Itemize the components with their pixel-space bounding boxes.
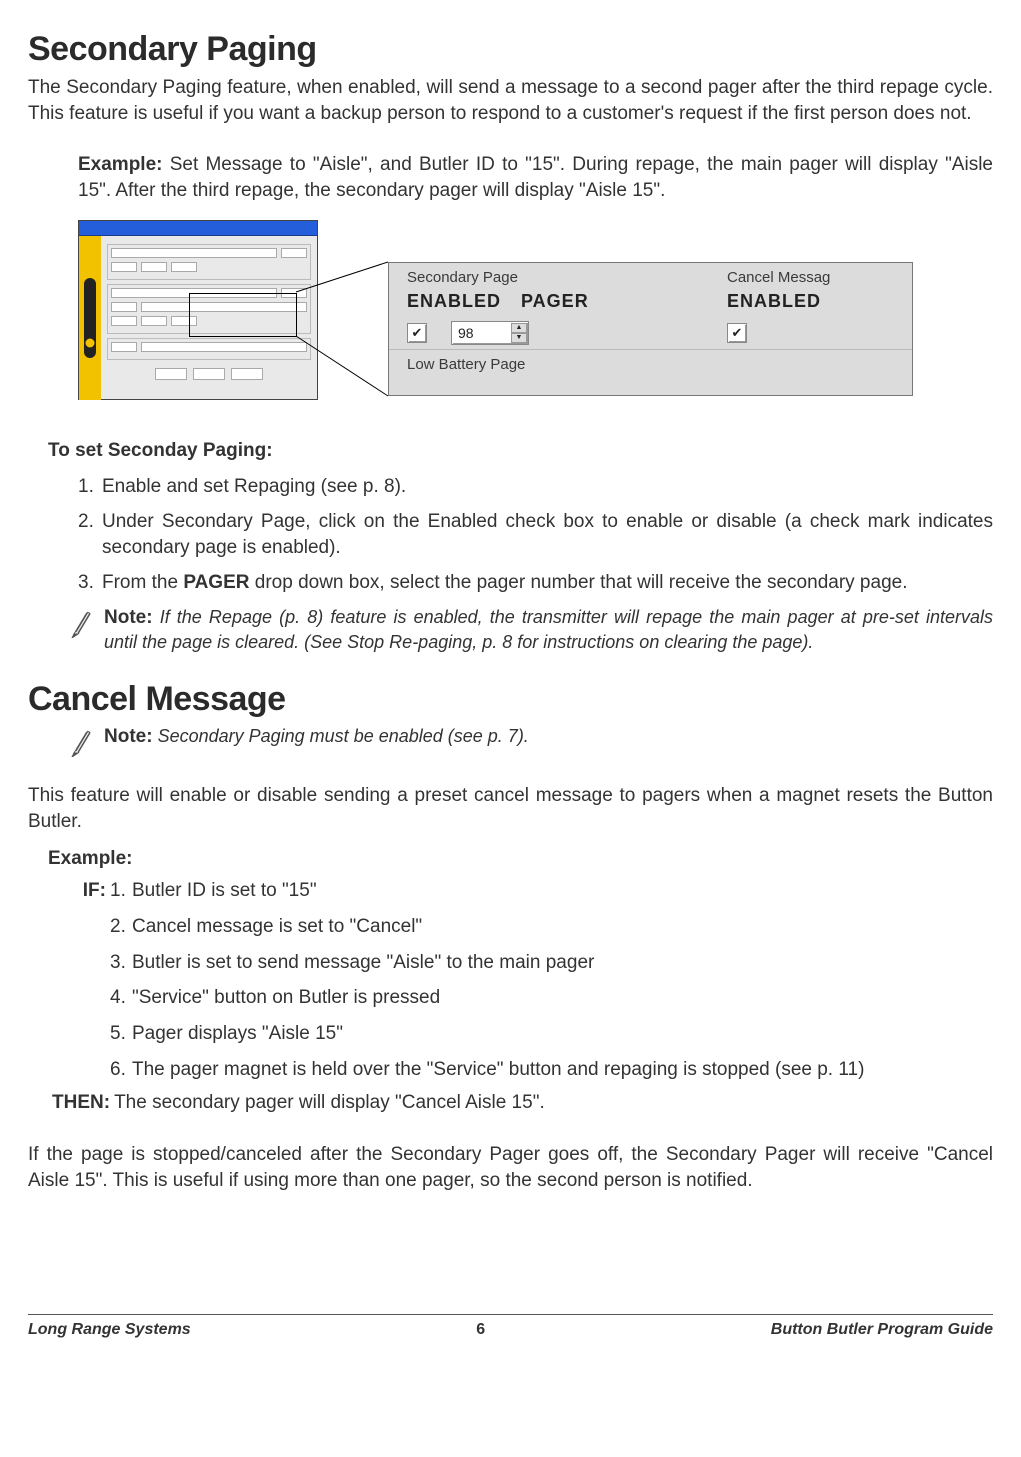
app-window-thumbnail (78, 220, 318, 400)
then-row: THEN: The secondary pager will display "… (52, 1092, 993, 1114)
if-item: Butler is set to send message "Aisle" to… (132, 950, 993, 976)
pencil-icon (68, 606, 96, 642)
pager-number-value: 98 (458, 325, 474, 341)
if-item: Butler ID is set to "15" (132, 878, 993, 904)
cancel-message-enabled-checkbox[interactable]: ✔ (727, 323, 747, 343)
if-item: The pager magnet is held over the "Servi… (132, 1057, 993, 1083)
low-battery-group-label: Low Battery Page (407, 356, 525, 373)
enabled-header: ENABLED (407, 291, 501, 312)
page-footer: Long Range Systems 6 Button Butler Progr… (28, 1314, 993, 1339)
note-label: Note: (104, 607, 153, 628)
cancel-enabled-header: ENABLED (727, 291, 821, 312)
if-number: 2. (110, 914, 132, 940)
note-label: Note: (104, 726, 153, 747)
example-label: Example: (78, 154, 162, 175)
if-item: Cancel message is set to "Cancel" (132, 914, 993, 940)
footer-right: Button Butler Program Guide (771, 1321, 993, 1339)
cancel-intro-paragraph: This feature will enable or disable send… (28, 783, 993, 834)
step-number: 1. (78, 474, 102, 500)
check-icon: ✔ (732, 326, 743, 339)
secondary-paging-heading: Secondary Paging (28, 30, 993, 69)
then-label: THEN: (52, 1092, 114, 1114)
then-text: The secondary pager will display "Cancel… (114, 1092, 545, 1114)
example2-label: Example: (48, 848, 993, 870)
if-number: 5. (110, 1021, 132, 1047)
closing-paragraph: If the page is stopped/canceled after th… (28, 1142, 993, 1193)
if-label: IF: (66, 878, 110, 904)
footer-left: Long Range Systems (28, 1321, 191, 1339)
if-list: IF:1.Butler ID is set to "15" 2.Cancel m… (66, 878, 993, 1082)
cancel-message-heading: Cancel Message (28, 680, 993, 719)
example-text: Set Message to "Aisle", and Butler ID to… (78, 154, 993, 201)
pager-bold: PAGER (183, 572, 249, 593)
steps-list: 1.Enable and set Repaging (see p. 8). 2.… (78, 474, 993, 597)
screenshot-figure: Secondary Page ENABLED PAGER ✔ 98 ▲ ▼ (78, 220, 993, 420)
step3-post: drop down box, select the pager number t… (249, 572, 907, 593)
pager-header: PAGER (521, 291, 589, 312)
spinner-down-icon[interactable]: ▼ (511, 333, 527, 343)
note-text: Secondary Paging must be enabled (see p.… (158, 726, 529, 746)
pager-number-spinner[interactable]: 98 ▲ ▼ (451, 321, 529, 345)
zoom-source-rect (189, 293, 297, 337)
if-item: Pager displays "Aisle 15" (132, 1021, 993, 1047)
cancel-message-group-label: Cancel Messag (727, 269, 830, 286)
step-text: Enable and set Repaging (see p. 8). (102, 474, 406, 500)
example-block: Example: Set Message to "Aisle", and But… (78, 152, 993, 203)
if-number: 6. (110, 1057, 132, 1083)
check-icon: ✔ (412, 326, 423, 339)
step3-pre: From the (102, 572, 183, 593)
detail-panel: Secondary Page ENABLED PAGER ✔ 98 ▲ ▼ (388, 262, 913, 396)
to-set-subheading: To set Seconday Paging: (48, 440, 993, 462)
step-number: 3. (78, 570, 102, 596)
if-item: "Service" button on Butler is pressed (132, 985, 993, 1011)
if-number: 4. (110, 985, 132, 1011)
intro-paragraph: The Secondary Paging feature, when enabl… (28, 75, 993, 126)
spinner-up-icon[interactable]: ▲ (511, 323, 527, 333)
secondary-page-group-label: Secondary Page (407, 269, 518, 286)
footer-page-number: 6 (476, 1321, 485, 1339)
secondary-page-enabled-checkbox[interactable]: ✔ (407, 323, 427, 343)
if-number: 1. (110, 878, 132, 904)
pencil-icon (68, 725, 96, 761)
note-block-2: Note: Secondary Paging must be enabled (… (68, 725, 993, 761)
step-text: From the PAGER drop down box, select the… (102, 570, 907, 596)
note-block-1: Note: If the Repage (p. 8) feature is en… (68, 606, 993, 654)
step-number: 2. (78, 509, 102, 560)
step-text: Under Secondary Page, click on the Enabl… (102, 509, 993, 560)
if-number: 3. (110, 950, 132, 976)
note-text: If the Repage (p. 8) feature is enabled,… (104, 607, 993, 652)
